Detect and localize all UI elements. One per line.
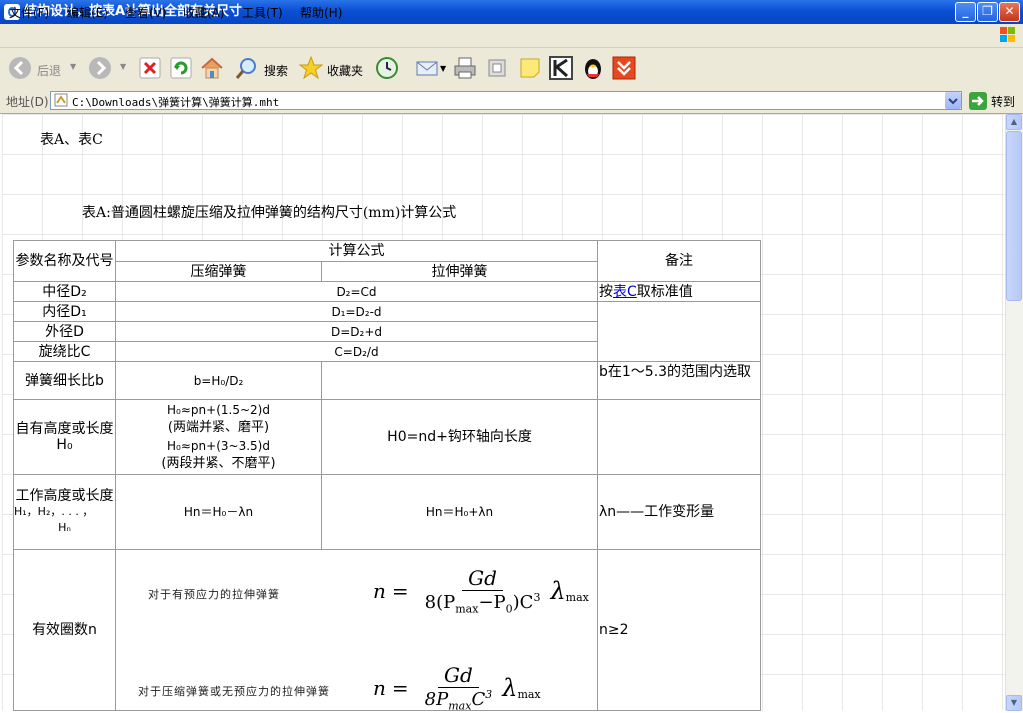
row-spring-index-name: 旋绕比C [13,341,116,362]
header-note: 备注 [597,240,761,282]
search-icon[interactable] [235,56,259,80]
row-active-coils-name: 有效圈数n [13,549,116,711]
forward-icon[interactable] [88,56,112,80]
back-dropdown-icon[interactable]: ▼ [70,62,76,71]
address-value[interactable]: C:\Downloads\弹簧计算\弹簧计算.mht [72,94,279,110]
caption-pretensioned-extension: 对于有预应力的拉伸弹簧 [148,588,280,601]
row-empty-note [597,301,761,362]
table-title: 表A:普通圆柱螺旋压缩及拉伸弹簧的结构尺寸(mm)计算公式 [82,205,457,221]
header-extension: 拉伸弹簧 [321,261,598,282]
edit-icon[interactable] [485,56,509,80]
search-label[interactable]: 搜索 [264,62,288,79]
row-mean-diameter-formula: D₂=Cd [115,281,598,302]
favorites-label[interactable]: 收藏夹 [327,62,363,79]
header-formula: 计算公式 [115,240,598,262]
menu-file[interactable]: 文件(F) [9,4,49,21]
print-icon[interactable] [453,56,477,80]
minimize-button[interactable]: _ [955,2,976,22]
row-outer-diameter-name: 外径D [13,321,116,342]
row-spring-index-formula: C=D₂/d [115,341,598,362]
address-dropdown-icon[interactable] [945,92,961,109]
header-param-name: 参数名称及代号 [13,240,116,282]
note-icon[interactable] [518,56,542,80]
menu-favorites[interactable]: 收藏(A) [183,4,225,21]
row-free-height-name: 自有高度或长度H₀ [13,399,116,475]
scroll-up-icon[interactable]: ▲ [1006,114,1022,130]
row-slenderness-note: b在1～5.3的范围内选取 [597,361,761,400]
forward-dropdown-icon[interactable]: ▼ [120,62,126,71]
menu-view[interactable]: 查看(V) [125,4,167,21]
go-button[interactable]: 转到 [991,93,1015,110]
row-slenderness-compression: b=H₀/D₂ [115,361,322,400]
row-working-height-note: λn——工作变形量 [597,474,761,550]
download-tool-icon[interactable] [612,56,636,80]
header-compression: 压缩弹簧 [115,261,322,282]
row-active-coils-note: n≥2 [597,549,761,711]
menu-help[interactable]: 帮助(H) [300,4,342,21]
close-button[interactable]: ✕ [999,2,1020,22]
scrollbar-thumb[interactable] [1006,131,1022,301]
back-label[interactable]: 后退 [37,62,61,79]
table-c-link[interactable]: 表C [613,284,637,300]
go-arrow-icon[interactable] [969,92,987,110]
row-inner-diameter-formula: D₁=D₂-d [115,301,598,322]
page-heading: 表A、表C [40,132,103,148]
maximize-button[interactable]: ❐ [977,2,998,22]
windows-logo-icon [994,25,1022,46]
row-mean-diameter-note: 按表C 取标准值 [597,281,761,302]
menu-edit[interactable]: 编辑(E) [67,4,108,21]
home-icon[interactable] [200,56,224,80]
qq-penguin-icon[interactable] [581,56,605,80]
row-free-height-extension: H0=nd+钩环轴向长度 [321,399,598,475]
formula-pretensioned: n = Gd 8(Pmax−P0)C3 λ max [373,566,589,616]
row-free-height-note [597,399,761,475]
scroll-down-icon[interactable]: ▼ [1006,695,1022,711]
row-free-height-compression: H₀≈pn+(1.5~2)d (两端并紧、磨平) H₀≈pn+(3~3.5)d … [115,399,322,475]
favorites-star-icon[interactable] [298,55,324,80]
mail-dropdown-icon[interactable]: ▼ [440,64,446,73]
row-working-height-name: 工作高度或长度 H₁，H₂，. . . ， Hₙ [13,474,116,550]
address-label: 地址(D) [6,95,49,109]
refresh-icon[interactable] [169,56,193,80]
mail-icon[interactable] [415,56,439,80]
row-outer-diameter-formula: D=D₂+d [115,321,598,342]
back-icon[interactable] [8,56,32,80]
history-icon[interactable] [375,56,399,80]
menu-bar [0,24,1023,48]
row-mean-diameter-name: 中径D₂ [13,281,116,302]
k-tool-icon[interactable] [549,56,573,80]
stop-icon[interactable] [138,56,162,80]
page-icon [54,93,68,107]
row-working-height-compression: Hn＝H₀－λn [115,474,322,550]
menu-tools[interactable]: 工具(T) [242,4,283,21]
row-inner-diameter-name: 内径D₁ [13,301,116,322]
caption-compression-or-plain-extension: 对于压缩弹簧或无预应力的拉伸弹簧 [138,685,330,698]
row-slenderness-name: 弹簧细长比b [13,361,116,400]
row-working-height-extension: Hn＝H₀+λn [321,474,598,550]
formula-compression: n = Gd 8PmaxC3 λ max [373,663,541,713]
row-slenderness-extension [321,361,598,400]
